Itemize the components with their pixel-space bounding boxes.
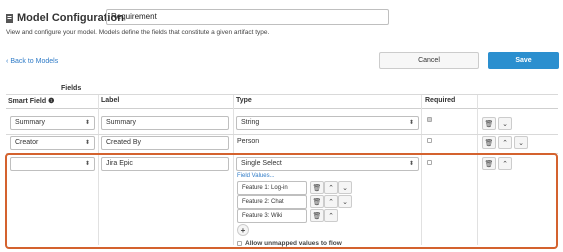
field-values-link[interactable]: Field Values... [237,173,275,179]
trash-icon: 🗑 [312,184,322,192]
trash-icon: 🗑 [484,120,494,128]
move-up-button[interactable]: ⌃ [324,195,338,208]
allow-unmapped-checkbox[interactable] [237,241,242,246]
required-checkbox[interactable] [427,160,432,165]
select-arrows-icon: ⬍ [84,140,90,146]
trash-icon: 🗑 [312,198,322,206]
cancel-button[interactable]: Cancel [379,52,479,69]
chevron-up-icon: ⌃ [502,160,508,168]
header-smart-field: Smart Field ❶ [8,98,55,105]
type-select[interactable]: Single Select ⬍ [236,157,419,171]
smart-field-select[interactable]: Summary ⬍ [10,116,95,130]
label-input[interactable]: Summary [101,116,229,130]
info-icon: ❶ [48,98,55,105]
label-input[interactable]: Created By [101,136,229,150]
page-description: View and configure your model. Models de… [6,29,270,36]
delete-button[interactable]: 🗑 [482,136,496,149]
chevron-up-icon: ⌃ [328,184,334,192]
model-name-input[interactable]: Requirement [106,9,389,25]
chevron-down-icon: ⌄ [342,198,348,206]
save-button[interactable]: Save [488,52,559,69]
select-arrows-icon: ⬍ [408,120,414,126]
chevron-up-icon: ⌃ [328,198,334,206]
trash-icon: 🗑 [484,160,494,168]
required-checkbox[interactable] [427,138,432,143]
delete-value-button[interactable]: 🗑 [310,209,324,222]
chevron-down-icon: ⌄ [518,139,524,147]
header-required: Required [425,97,456,104]
smart-field-select[interactable]: ⬍ [10,157,95,171]
move-down-button[interactable]: ⌄ [338,181,352,194]
move-down-button[interactable]: ⌄ [498,117,512,130]
allow-unmapped-option[interactable]: Allow unmapped values to flow [237,240,342,247]
move-down-button[interactable]: ⌄ [338,195,352,208]
move-down-button[interactable]: ⌄ [514,136,528,149]
move-up-button[interactable]: ⌃ [498,157,512,170]
back-to-models-link[interactable]: ‹ Back to Models [6,58,58,65]
delete-button[interactable]: 🗑 [482,157,496,170]
divider [6,134,558,135]
move-up-button[interactable]: ⌃ [324,181,338,194]
label-input[interactable]: Jira Epic [101,157,229,171]
chevron-down-icon: ⌄ [502,120,508,128]
field-value-input[interactable]: Feature 1: Log-in Screen [237,181,307,203]
model-icon [6,13,13,23]
chevron-up-icon: ⌃ [328,212,334,220]
trash-icon: 🗑 [312,212,322,220]
divider [6,108,558,109]
select-arrows-icon: ⬍ [408,161,414,167]
chevron-left-icon: ‹ [6,58,9,65]
delete-value-button[interactable]: 🗑 [310,195,324,208]
type-value: Person [237,138,260,145]
select-arrows-icon: ⬍ [84,161,90,167]
select-arrows-icon: ⬍ [84,120,90,126]
field-value-input[interactable]: Feature 3: Wiki [237,209,307,223]
delete-button[interactable]: 🗑 [482,117,496,130]
type-select[interactable]: String ⬍ [236,116,419,130]
fields-section-title: Fields [61,85,82,92]
field-value-input[interactable]: Feature 2: Chat Widget [237,195,307,217]
header-type: Type [236,97,252,104]
chevron-up-icon: ⌃ [502,139,508,147]
add-value-button[interactable]: + [237,224,249,236]
move-up-button[interactable]: ⌃ [498,136,512,149]
back-label: Back to Models [10,58,59,65]
divider [6,94,558,95]
plus-icon: + [240,225,246,235]
move-up-button[interactable]: ⌃ [324,209,338,222]
header-label: Label [101,97,120,104]
trash-icon: 🗑 [484,139,494,147]
delete-value-button[interactable]: 🗑 [310,181,324,194]
allow-unmapped-label: Allow unmapped values to flow [245,240,342,247]
smart-field-select[interactable]: Creator ⬍ [10,136,95,150]
required-checkbox[interactable] [427,117,432,122]
chevron-down-icon: ⌄ [342,184,348,192]
